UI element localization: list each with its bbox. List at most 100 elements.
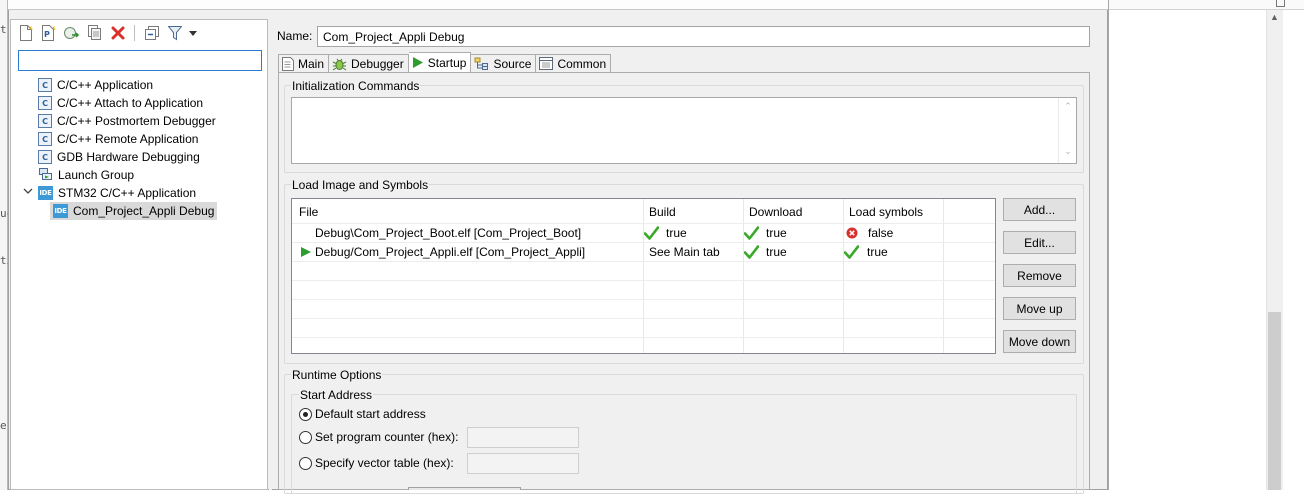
move-down-button[interactable]: Move down (1003, 330, 1076, 353)
background-editor-left: t uc ti er (0, 0, 13, 490)
dialog-title-strip (8, 0, 1108, 10)
tree-item-com-project-appli-debug[interactable]: IDE Com_Project_Appli Debug (53, 202, 214, 220)
remove-button[interactable]: Remove (1003, 264, 1076, 287)
column-header-build[interactable]: Build (649, 205, 676, 219)
table-row-build[interactable]: See Main tab (649, 243, 720, 261)
tab-startup[interactable]: Startup (408, 52, 472, 73)
tree-item-label: Com_Project_Appli Debug (73, 204, 215, 218)
source-tab-icon (474, 57, 489, 71)
check-icon (744, 226, 759, 240)
vector-table-input[interactable] (467, 453, 579, 474)
launch-group-icon (38, 167, 53, 184)
pane-splitter[interactable] (269, 19, 272, 490)
set-program-counter-radio[interactable]: Set program counter (hex): (299, 430, 458, 444)
new-configuration-icon[interactable] (16, 24, 35, 43)
tab-label: Debugger (351, 56, 404, 71)
row-divider (292, 280, 995, 281)
load-image-table[interactable]: File Build Download Load symbols Debug\C… (291, 198, 996, 354)
filter-input[interactable] (18, 50, 262, 71)
name-label: Name: (277, 29, 313, 43)
tab-label: Common (557, 56, 607, 71)
radio-label: Set program counter (hex): (315, 430, 459, 444)
scroll-up-icon[interactable]: ⌃ (1059, 101, 1077, 112)
chevron-down-icon[interactable] (23, 187, 33, 198)
file-path: Debug/Com_Project_Appli.elf [Com_Project… (315, 245, 586, 259)
svg-text:P: P (44, 30, 50, 39)
table-row-symbols[interactable]: false (846, 224, 893, 242)
new-prototype-icon[interactable]: P (39, 24, 58, 43)
tree-item-label: Launch Group (58, 168, 135, 182)
tree-item-label: C/C++ Application (57, 78, 154, 92)
tree-item-label: C/C++ Postmortem Debugger (57, 114, 216, 128)
main-tab-icon (282, 56, 294, 71)
c-icon: C (38, 78, 52, 92)
column-header-download[interactable]: Download (749, 205, 802, 219)
tab-main[interactable]: Main (278, 54, 330, 73)
symbols-value: false (868, 226, 894, 240)
tree-item-stm32-application[interactable]: IDE STM32 C/C++ Application (38, 184, 196, 202)
row-divider (292, 261, 995, 262)
background-toolbar (1109, 0, 1304, 10)
build-value: true (666, 226, 687, 240)
run-arrow-icon (300, 246, 312, 258)
startup-tab-icon (412, 56, 424, 69)
specify-vector-table-radio[interactable]: Specify vector table (hex): (299, 456, 454, 470)
program-counter-input[interactable] (467, 427, 579, 448)
check-icon (844, 245, 859, 259)
tab-debugger[interactable]: Debugger (329, 54, 409, 73)
column-header-file[interactable]: File (299, 205, 318, 219)
launch-config-toolbar: P (16, 23, 198, 43)
table-row-file[interactable]: Debug\Com_Project_Boot.elf [Com_Project_… (315, 224, 581, 242)
configuration-name-field[interactable] (317, 26, 1090, 47)
table-row-download[interactable]: true (744, 224, 787, 242)
edit-button[interactable]: Edit... (1003, 231, 1076, 254)
init-commands-title: Initialization Commands (291, 79, 421, 93)
radio-button[interactable] (299, 407, 312, 421)
dropdown-icon[interactable] (188, 24, 198, 43)
row-divider (292, 337, 995, 338)
error-icon (846, 227, 858, 239)
background-text: t (0, 23, 7, 36)
table-row-file[interactable]: Debug/Com_Project_Appli.elf [Com_Project… (300, 243, 585, 261)
tree-item-gdb-hardware[interactable]: C GDB Hardware Debugging (38, 148, 200, 166)
tree-item-launch-group[interactable]: Launch Group (38, 166, 134, 184)
tab-common[interactable]: Common (536, 54, 612, 73)
tab-source[interactable]: Source (471, 54, 537, 73)
tab-label: Source (493, 56, 532, 71)
toolbar-separator (134, 25, 135, 41)
radio-button[interactable] (299, 430, 312, 444)
scroll-up-icon[interactable]: ▲ (1266, 12, 1283, 26)
ide-icon: IDE (53, 204, 68, 218)
tab-label: Startup (427, 55, 467, 70)
build-value: See Main tab (649, 245, 720, 259)
radio-label: Default start address (315, 407, 426, 421)
init-commands-textarea[interactable] (291, 97, 1077, 164)
textarea-scrollbar[interactable]: ⌃ ⌄ (1058, 98, 1076, 163)
tree-item-cpp-application[interactable]: C C/C++ Application (38, 76, 153, 94)
export-icon[interactable] (62, 24, 81, 43)
table-row-download[interactable]: true (744, 243, 787, 261)
common-tab-icon (539, 57, 554, 70)
scrollbar-thumb[interactable] (1268, 312, 1281, 490)
scroll-down-icon[interactable]: ⌄ (1059, 146, 1077, 157)
radio-button[interactable] (299, 456, 312, 470)
collapse-all-icon[interactable] (142, 24, 161, 43)
tree-item-cpp-remote[interactable]: C C/C++ Remote Application (38, 130, 198, 148)
duplicate-icon[interactable] (85, 24, 104, 43)
tree-item-cpp-postmortem[interactable]: C C/C++ Postmortem Debugger (38, 112, 216, 130)
column-header-load-symbols[interactable]: Load symbols (849, 205, 923, 219)
download-value: true (766, 245, 787, 259)
check-icon (744, 245, 759, 259)
table-row-symbols[interactable]: true (844, 243, 888, 261)
tree-item-cpp-attach[interactable]: C C/C++ Attach to Application (38, 94, 203, 112)
runtime-options-title: Runtime Options (291, 368, 383, 382)
delete-icon[interactable] (108, 24, 127, 43)
add-button[interactable]: Add... (1003, 198, 1076, 221)
debugger-tab-icon (332, 57, 347, 71)
table-row-build[interactable]: true (644, 224, 687, 242)
row-divider (292, 299, 995, 300)
default-start-address-radio[interactable]: Default start address (299, 407, 426, 421)
filter-icon[interactable] (165, 24, 184, 43)
move-up-button[interactable]: Move up (1003, 297, 1076, 320)
c-icon: C (38, 114, 52, 128)
